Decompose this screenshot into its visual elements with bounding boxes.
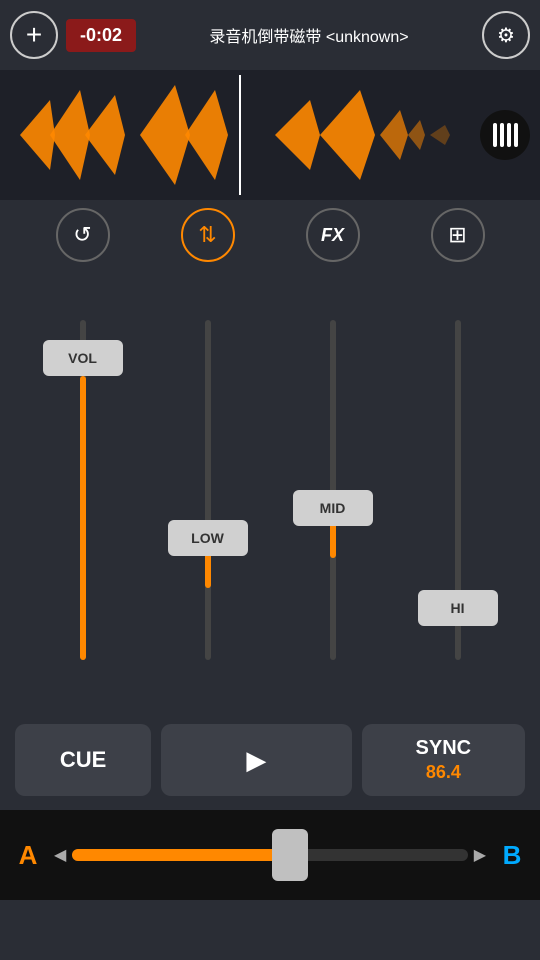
deck-a-label: A — [10, 840, 46, 871]
hi-slider-col: HI — [418, 270, 498, 710]
loop-button[interactable]: ↺ — [56, 208, 110, 262]
waveform-svg — [0, 70, 540, 200]
fx-button[interactable]: FX — [306, 208, 360, 262]
deck-a-text: A — [19, 840, 38, 870]
stripes-icon — [493, 123, 518, 147]
cue-button[interactable]: CUE — [15, 724, 151, 796]
loop-icon: ↺ — [73, 222, 91, 248]
settings-button[interactable]: ⚙ — [482, 11, 530, 59]
sync-label: SYNC — [416, 737, 472, 760]
cue-label: CUE — [60, 747, 106, 772]
mid-slider-track[interactable]: MID — [330, 320, 336, 660]
eq-icon: ⇅ — [198, 222, 216, 248]
crossfader-track-area: ◀ ▶ — [54, 845, 486, 865]
hi-label: HI — [451, 600, 465, 616]
mid-slider-thumb[interactable]: MID — [293, 490, 373, 526]
nav-row: ↺ ⇅ FX ⊞ — [0, 200, 540, 270]
vol-label: VOL — [68, 350, 97, 366]
time-value: -0:02 — [80, 25, 122, 45]
waveform-container[interactable] — [0, 70, 540, 200]
vol-slider-thumb[interactable]: VOL — [43, 340, 123, 376]
vol-slider-col: VOL — [43, 270, 123, 710]
crossfader-fill — [72, 849, 289, 861]
hi-slider-track[interactable]: HI — [455, 320, 461, 660]
sync-button[interactable]: SYNC 86.4 — [362, 724, 525, 796]
deck-b-text: B — [503, 840, 522, 870]
deck-b-label: B — [494, 840, 530, 871]
low-label: LOW — [191, 530, 224, 546]
crossfader-track[interactable] — [72, 849, 467, 861]
hi-slider-thumb[interactable]: HI — [418, 590, 498, 626]
time-display: -0:02 — [66, 19, 136, 52]
grid-button[interactable]: ⊞ — [431, 208, 485, 262]
sliders-area: VOL LOW MID HI — [0, 270, 540, 710]
mid-label: MID — [320, 500, 346, 516]
eq-button[interactable]: ⇅ — [181, 208, 235, 262]
fx-label: FX — [321, 225, 344, 246]
low-slider-col: LOW — [168, 270, 248, 710]
add-button[interactable]: + — [10, 11, 58, 59]
play-icon: ▶ — [246, 745, 266, 776]
top-bar: + -0:02 录音机倒带磁带 <unknown> ⚙ — [0, 0, 540, 70]
crossfader-thumb[interactable] — [272, 829, 308, 881]
add-icon: + — [26, 19, 42, 51]
track-name: 录音机倒带磁带 <unknown> — [209, 29, 408, 46]
crossfader-left-arrow: ◀ — [54, 845, 66, 865]
settings-icon: ⚙ — [497, 23, 515, 48]
crossfader-right-arrow: ▶ — [474, 845, 486, 865]
mid-slider-col: MID — [293, 270, 373, 710]
track-info: 录音机倒带磁带 <unknown> — [144, 23, 474, 47]
vol-slider-track[interactable]: VOL — [80, 320, 86, 660]
vol-slider-fill — [80, 376, 86, 660]
crossfader-row: A ◀ ▶ B — [0, 810, 540, 900]
sync-bpm: 86.4 — [426, 762, 461, 783]
low-slider-thumb[interactable]: LOW — [168, 520, 248, 556]
grid-icon: ⊞ — [448, 222, 466, 248]
bottom-buttons: CUE ▶ SYNC 86.4 — [0, 710, 540, 810]
play-button[interactable]: ▶ — [161, 724, 352, 796]
low-slider-track[interactable]: LOW — [205, 320, 211, 660]
waveform-view-button[interactable] — [480, 110, 530, 160]
